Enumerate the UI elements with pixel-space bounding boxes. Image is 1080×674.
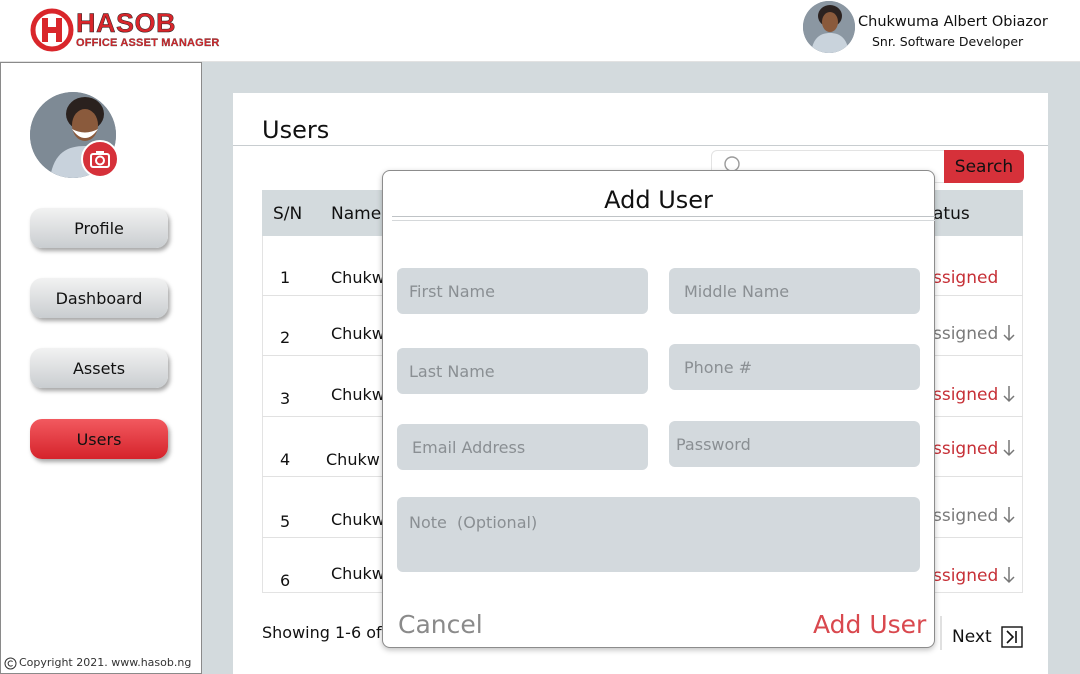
page-title: Users [262, 116, 330, 144]
phone-field[interactable] [669, 344, 920, 390]
column-header-name[interactable]: Name [331, 204, 381, 224]
table-row-name[interactable]: Chukw [326, 450, 380, 469]
table-row-status[interactable]: ssigned [933, 268, 998, 288]
add-user-button[interactable]: Add User [813, 610, 926, 639]
sidebar-item-label: Assets [72, 358, 126, 378]
table-row-name[interactable]: Chukw [331, 385, 385, 404]
header-user-name: Chukwuma Albert Obiazor [858, 14, 1048, 30]
modal-title-divider [392, 220, 935, 221]
copyright-icon [4, 657, 17, 670]
cancel-button[interactable]: Cancel [398, 610, 483, 639]
sidebar-item-label: Dashboard [55, 288, 143, 308]
sidebar-item-label: Profile [74, 218, 124, 238]
last-name-field[interactable] [397, 348, 648, 394]
arrow-down-icon[interactable] [1001, 505, 1017, 525]
table-row-status[interactable]: ssigned [933, 324, 998, 344]
table-row-status[interactable]: ssigned [933, 506, 998, 526]
table-row-name[interactable]: Chukw [331, 510, 385, 529]
note-field[interactable] [397, 497, 920, 572]
first-name-field[interactable] [397, 268, 648, 314]
password-field[interactable] [669, 421, 920, 467]
logo-text: HASOB [76, 8, 177, 38]
column-header-status[interactable]: atus [933, 204, 970, 224]
change-photo-button[interactable] [81, 140, 119, 178]
title-divider [233, 145, 1048, 146]
person-icon [803, 1, 855, 53]
table-row-status[interactable]: ssigned [933, 439, 998, 459]
hasob-logo-icon[interactable] [30, 8, 74, 52]
copyright-text: Copyright 2021. www.hasob.ng [19, 656, 192, 669]
search-button[interactable]: Search [944, 150, 1024, 183]
table-row-name[interactable]: Chukw [331, 324, 385, 343]
column-header-sn[interactable]: S/N [273, 204, 302, 224]
camera-icon [90, 151, 110, 168]
table-row-name[interactable]: Chukw [331, 564, 385, 583]
table-row-sn: 5 [280, 512, 291, 531]
arrow-down-icon[interactable] [1001, 565, 1017, 585]
table-row-name[interactable]: Chukw [331, 268, 385, 287]
sidebar-item-assets[interactable]: Assets [30, 348, 168, 388]
sidebar-item-label: Users [76, 429, 122, 449]
arrow-down-icon[interactable] [1001, 438, 1017, 458]
sidebar-item-users[interactable]: Users [30, 419, 168, 459]
modal-title: Add User [604, 186, 713, 214]
logo-subtitle: OFFICE ASSET MANAGER [76, 37, 220, 49]
table-row-status[interactable]: ssigned [933, 566, 998, 586]
modal-title-divider [392, 216, 935, 217]
pagination-summary: Showing 1-6 of [262, 623, 382, 642]
table-row-sn: 3 [280, 389, 291, 408]
table-row-sn: 1 [280, 268, 291, 287]
table-row-sn: 4 [280, 450, 291, 469]
next-page-label[interactable]: Next [952, 627, 992, 647]
next-page-icon[interactable] [1001, 626, 1023, 648]
table-row-status[interactable]: ssigned [933, 385, 998, 405]
header-avatar[interactable] [803, 1, 855, 53]
email-field[interactable] [397, 424, 648, 470]
footer-divider [940, 616, 942, 650]
middle-name-field[interactable] [669, 268, 920, 314]
add-user-modal [382, 170, 935, 648]
arrow-down-icon[interactable] [1001, 384, 1017, 404]
sidebar-item-profile[interactable]: Profile [30, 208, 168, 248]
table-row-sn: 2 [280, 328, 291, 347]
sidebar-item-dashboard[interactable]: Dashboard [30, 278, 168, 318]
header-user-role: Snr. Software Developer [872, 34, 1024, 49]
arrow-down-icon[interactable] [1001, 323, 1017, 343]
table-row-sn: 6 [280, 571, 291, 590]
